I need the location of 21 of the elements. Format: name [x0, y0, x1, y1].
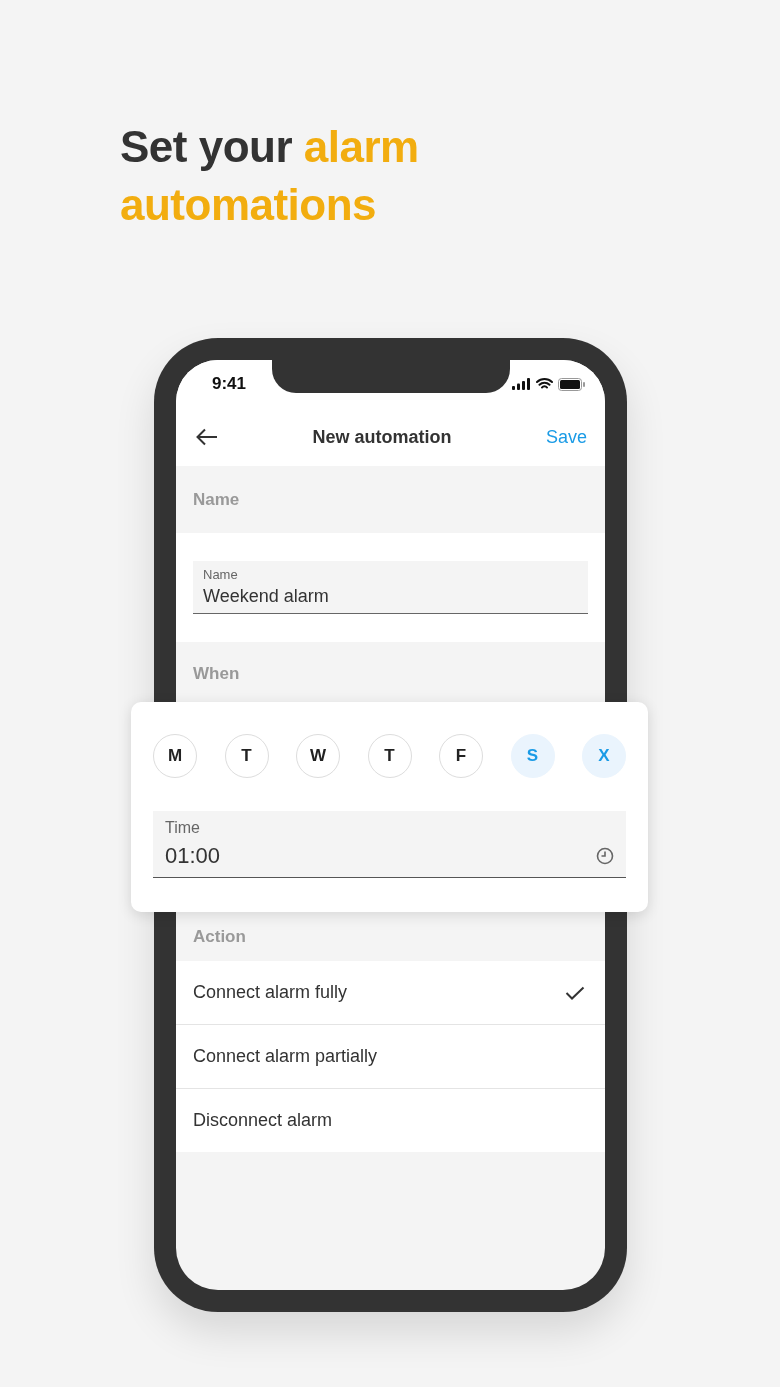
- signal-icon: [512, 378, 531, 390]
- screen-title: New automation: [312, 426, 452, 448]
- time-field[interactable]: Time 01:00: [153, 811, 626, 878]
- action-option[interactable]: Disconnect alarm: [176, 1089, 605, 1152]
- section-heading: Action: [193, 926, 246, 947]
- day-toggle[interactable]: M: [153, 734, 197, 778]
- day-toggle[interactable]: T: [367, 734, 412, 778]
- day-toggle[interactable]: W: [296, 734, 340, 778]
- action-option[interactable]: Connect alarm fully: [176, 961, 605, 1025]
- wifi-icon: [536, 378, 553, 390]
- back-button[interactable]: [196, 428, 218, 446]
- section-heading: When: [193, 664, 240, 684]
- battery-icon: [558, 377, 585, 391]
- headline: Set your alarm automations: [120, 121, 420, 231]
- clock-icon: [596, 847, 614, 865]
- action-option[interactable]: Connect alarm partially: [176, 1025, 605, 1089]
- day-toggle[interactable]: F: [439, 734, 483, 778]
- day-toggle[interactable]: T: [224, 734, 269, 778]
- section-heading: Name: [193, 489, 240, 510]
- status-time: 9:41: [212, 374, 247, 394]
- name-field[interactable]: Name Weekend alarm: [193, 561, 588, 614]
